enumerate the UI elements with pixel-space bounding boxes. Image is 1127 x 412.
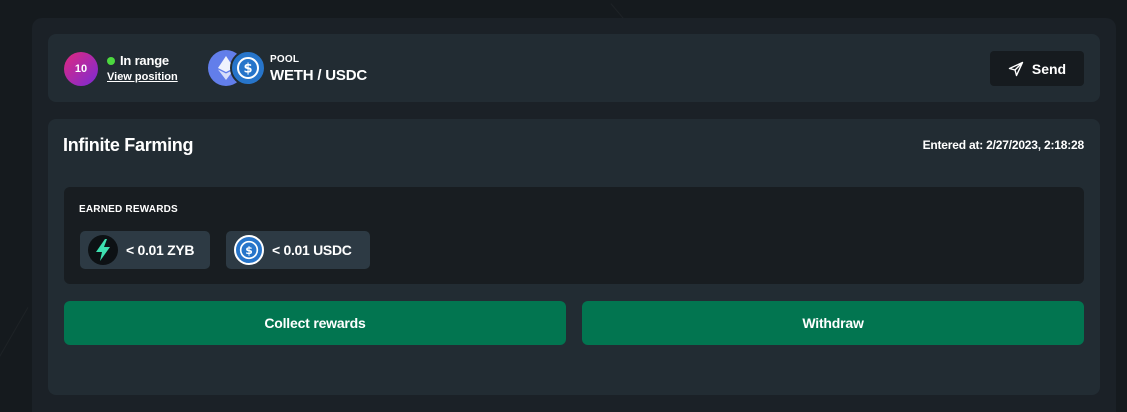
send-button[interactable]: Send [990,51,1084,86]
reward-amount-zyb: < 0.01 ZYB [126,242,195,258]
reward-chip-usdc: $ < 0.01 USDC [226,231,370,269]
position-id: 10 [74,63,88,75]
collect-rewards-button[interactable]: Collect rewards [64,301,566,345]
position-header-card: 10 In range View position $ POOL WETH / … [48,34,1100,102]
send-label: Send [1031,60,1067,77]
reward-chip-zyb: < 0.01 ZYB [80,231,210,269]
position-id-badge: 10 [64,52,98,86]
svg-text:$: $ [243,62,252,77]
withdraw-button[interactable]: Withdraw [582,301,1084,345]
reward-amount-usdc: < 0.01 USDC [272,242,352,258]
farming-container: 10 In range View position $ POOL WETH / … [32,18,1116,412]
pool-token-icons: $ [208,50,266,86]
background-line [0,307,29,403]
pool-label: POOL [270,54,300,65]
svg-text:$: $ [245,244,253,257]
position-status: In range View position [107,53,178,83]
pool-name: WETH / USDC [270,67,367,84]
usdc-icon: $ [234,235,264,265]
view-position-link[interactable]: View position [107,71,178,83]
farming-title: Infinite Farming [63,135,194,155]
infinite-farming-card: Infinite Farming Entered at: 2/27/2023, … [48,119,1100,395]
in-range-dot-icon [107,56,115,65]
pool-info: POOL WETH / USDC [270,54,367,84]
entered-at: Entered at: 2/27/2023, 2:18:28 [922,138,1085,152]
status-text: In range [120,53,169,68]
earned-rewards-label: EARNED REWARDS [79,204,178,215]
earned-rewards-panel: EARNED REWARDS < 0.01 ZYB $ < 0.01 USDC [64,187,1084,284]
usdc-icon: $ [230,50,266,86]
zyb-icon [88,235,118,265]
send-icon [1008,61,1024,76]
